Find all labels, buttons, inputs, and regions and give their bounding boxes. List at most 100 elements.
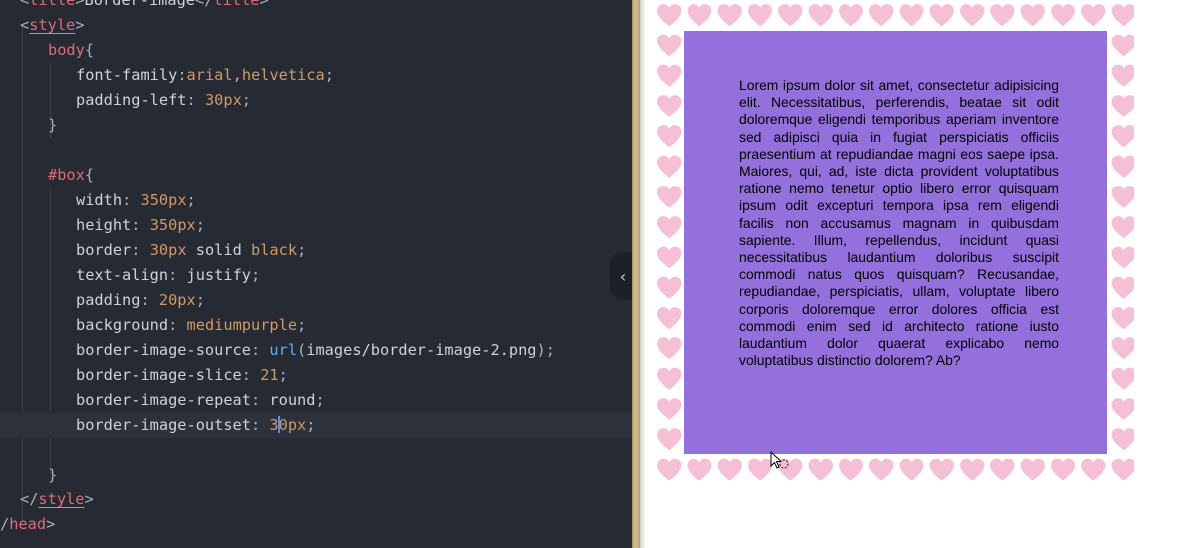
code-line[interactable]: border-image-slice: 21; [0,363,632,388]
code-line[interactable]: height: 350px; [0,213,632,238]
code-token: { [84,166,95,184]
code-token: ; [324,66,334,84]
code-line-active[interactable]: border-image-outset: 30px; [0,413,632,438]
code-token: solid [186,241,251,259]
code-token: ; [195,216,205,234]
code-line[interactable]: body{ [0,38,632,63]
code-line[interactable]: /head> [0,512,632,537]
code-token: : [250,341,270,359]
code-token: ; [315,391,325,409]
code-token: } [48,116,58,134]
code-token: background [76,316,169,334]
code-token: ; [195,291,205,309]
code-token: style [29,16,76,34]
code-token: ( [297,341,307,359]
code-text: } [48,113,57,138]
code-token: ; [186,191,196,209]
code-token: helvetica [241,66,325,84]
code-token: title [213,0,260,9]
code-text: border-image-outset: 30px; [76,413,315,438]
chevron-left-icon: ‹ [619,266,627,286]
code-token: { [84,41,95,59]
code-token: : [250,391,270,409]
code-line[interactable]: padding: 20px; [0,288,632,313]
code-line[interactable]: text-align: justify; [0,263,632,288]
code-token: 30px [149,241,187,259]
code-token: 350px [149,216,196,234]
code-text: padding: 20px; [76,288,205,313]
code-text: width: 350px; [76,188,196,213]
code-token: < [20,16,30,34]
code-token: ; [297,241,307,259]
code-token: > [259,0,269,9]
code-token: : [131,241,150,259]
code-line[interactable] [0,138,632,163]
code-token: > [84,490,94,508]
code-text: height: 350px; [76,213,205,238]
code-line[interactable]: border-image-source: url(images/border-i… [0,338,632,363]
code-token: 30px [204,91,242,109]
code-token: > [75,0,85,9]
code-text: /head> [0,512,55,537]
code-text: font-family:arial,helvetica; [76,63,334,88]
code-text: border-image-source: url(images/border-i… [76,338,555,363]
code-text: border: 30px solid black; [76,238,306,263]
code-token: head [9,515,47,533]
purple-box: Lorem ipsum dolor sit amet, consectetur … [684,31,1107,454]
code-token: ; [251,266,261,284]
code-token: : [177,66,187,84]
code-line[interactable]: border-image-repeat: round; [0,388,632,413]
code-line[interactable]: } [0,463,632,488]
code-token: width [76,191,123,209]
code-token: ); [536,341,555,359]
code-token: : [241,366,261,384]
code-line[interactable]: border: 30px solid black; [0,238,632,263]
code-token: 0px [278,416,307,434]
code-token: mediumpurple [186,316,298,334]
code-text: } [48,463,57,488]
code-line[interactable]: <title>Border-image</title> [0,0,632,13]
code-token: </ [195,0,214,9]
code-text: padding-left: 30px; [76,88,251,113]
code-line[interactable]: padding-left: 30px; [0,88,632,113]
code-token: } [48,466,58,484]
code-line[interactable]: } [0,113,632,138]
code-text: </style> [20,487,94,512]
code-line[interactable]: <style> [0,13,632,38]
code-token: border-image-slice [76,366,242,384]
code-text: <title>Border-image</title> [20,0,269,13]
code-token: 20px [158,291,196,309]
code-line[interactable] [0,438,632,463]
code-text: body{ [48,38,94,63]
code-token: title [29,0,76,9]
code-text: border-image-repeat: round; [76,388,325,413]
code-text: border-image-slice: 21; [76,363,288,388]
code-text: <style> [20,13,85,38]
code-line[interactable]: background: mediumpurple; [0,313,632,338]
split-divider[interactable] [632,0,640,548]
code-token: > [75,16,85,34]
code-token: text-align [76,266,169,284]
code-token: > [46,515,56,533]
code-token: < [20,0,30,9]
code-line[interactable]: #box{ [0,163,632,188]
code-line[interactable]: width: 350px; [0,188,632,213]
code-text: background: mediumpurple; [76,313,306,338]
code-token: 21 [260,366,279,384]
code-token: padding [76,291,141,309]
code-token: ; [306,416,316,434]
code-token: height [76,216,132,234]
code-token: body [48,41,85,59]
code-line[interactable]: </style> [0,487,632,512]
code-token: border-image-source [76,341,251,359]
code-token: : [140,291,159,309]
code-token: , [232,66,242,84]
code-token: border-image-outset [76,416,251,434]
code-token: ; [297,316,307,334]
code-token: images/border-image-2.png [306,341,537,359]
code-line[interactable]: font-family:arial,helvetica; [0,63,632,88]
code-editor[interactable]: <title>Border-image</title> <style> body{f… [0,0,632,548]
code-token: : [168,316,187,334]
code-token: black [251,241,298,259]
code-token: : [168,266,187,284]
